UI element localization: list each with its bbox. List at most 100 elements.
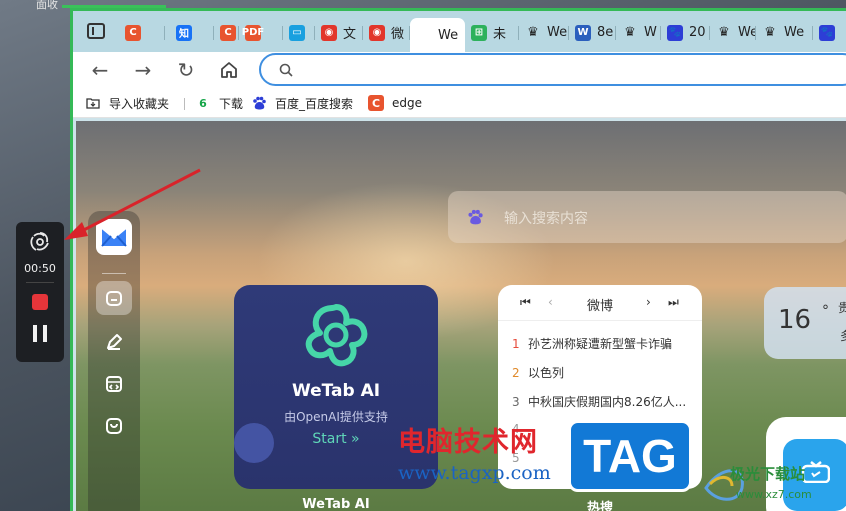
hot-text: 以色列 bbox=[528, 366, 565, 380]
pen-icon bbox=[107, 334, 122, 350]
bilibili-icon: ▭ bbox=[289, 24, 305, 41]
baidu-icon: 🐾 bbox=[667, 24, 683, 41]
weather-unit: ° bbox=[822, 303, 829, 319]
bookmark-baidu[interactable]: 百度_百度搜索 bbox=[251, 94, 353, 112]
browser-tab[interactable]: ◉ 文 bbox=[315, 17, 363, 48]
weibo-icon: ◉ bbox=[369, 24, 385, 41]
tab-title: We bbox=[547, 25, 568, 40]
crown-icon: ♛ bbox=[718, 25, 730, 40]
c-icon: C bbox=[368, 95, 384, 111]
watermark-brand-cn: 电脑技术网 bbox=[398, 427, 538, 458]
tab-title: We bbox=[438, 27, 459, 43]
browser-tab[interactable]: ♛ We bbox=[710, 17, 756, 48]
c-icon: C bbox=[125, 24, 141, 41]
browser-tab[interactable]: 🐾 20 bbox=[661, 17, 710, 48]
weibo-icon: ◉ bbox=[321, 24, 337, 41]
recording-timer: 00:50 bbox=[24, 262, 56, 275]
tab-bar: C知CPDF▭◉文◉微We✕⊞未♛WeW8e♛W🐾20♛We♛We🐾 bbox=[73, 11, 846, 52]
dock-divider bbox=[102, 273, 126, 274]
wetab-app-button[interactable] bbox=[96, 219, 132, 255]
last-page-icon[interactable]: ⏭ bbox=[668, 295, 679, 310]
forward-button[interactable]: → bbox=[132, 59, 154, 81]
screen-recorder-panel: 00:50 bbox=[16, 222, 64, 362]
ai-card-title: WeTab AI bbox=[291, 381, 381, 401]
bookmark-label: edge bbox=[392, 96, 422, 110]
code-icon bbox=[106, 376, 122, 392]
back-button[interactable]: ← bbox=[89, 59, 111, 81]
ai-card-caption: WeTab AI bbox=[302, 497, 370, 511]
browser-tab[interactable]: ⊞ 未 bbox=[465, 17, 519, 48]
browser-tab[interactable]: C bbox=[119, 17, 165, 48]
watermark-jg-name: 极光下载站 bbox=[730, 465, 806, 483]
wetab-icon bbox=[416, 27, 432, 43]
navigation-toolbar: ← → ↻ bbox=[73, 52, 846, 88]
recorder-divider bbox=[26, 282, 54, 283]
openai-flower-icon bbox=[305, 304, 368, 367]
browser-tab[interactable]: ♛ We bbox=[519, 17, 569, 48]
browser-tab[interactable]: ♛ W bbox=[616, 17, 661, 48]
browser-tab[interactable]: C bbox=[214, 17, 239, 48]
tab-title: W bbox=[644, 25, 657, 40]
hot-card-header: ⏮ ‹ 微博 › ⏭ bbox=[498, 285, 702, 321]
baidu-paw-icon bbox=[253, 96, 266, 110]
tab-title: 微 bbox=[391, 27, 405, 42]
hot-search-item[interactable]: 3 中秋国庆假期国内8.26亿人... bbox=[512, 393, 686, 410]
newtab-search-box[interactable]: 输入搜索内容 bbox=[448, 191, 846, 243]
bookmark-label: 导入收藏夹 bbox=[109, 96, 170, 111]
weather-card[interactable]: 16 ° 贵 多 bbox=[764, 287, 846, 359]
watermark-tag-logo: TAG bbox=[568, 420, 692, 492]
browser-tab[interactable]: ▭ bbox=[283, 17, 315, 48]
stop-recording-button[interactable] bbox=[32, 294, 48, 310]
browser-tab[interactable]: ♛ We bbox=[756, 17, 813, 48]
crown-icon: ♛ bbox=[764, 25, 776, 40]
dock-edit-button[interactable] bbox=[96, 325, 132, 359]
browser-tab[interactable]: We✕ bbox=[410, 18, 465, 52]
home-button[interactable] bbox=[219, 60, 239, 80]
hot-search-item[interactable]: 2 以色列 bbox=[512, 364, 564, 381]
tab-title: 文 bbox=[343, 27, 357, 42]
tab-actions-icon[interactable] bbox=[87, 23, 105, 39]
next-page-icon[interactable]: › bbox=[646, 295, 651, 309]
bookmark-label: 下载 bbox=[219, 96, 244, 111]
watermark-url: www.tagxp.com bbox=[398, 462, 551, 484]
hot-card-caption: 热搜 bbox=[586, 501, 613, 511]
recorder-logo-icon[interactable] bbox=[28, 230, 52, 254]
bookmark-divider bbox=[184, 98, 185, 110]
hot-search-item[interactable]: 1 孙艺洲称疑遭新型蟹卡诈骗 bbox=[512, 335, 672, 352]
bookmarks-bar: 导入收藏夹 6 下载 百度_百度搜索 C edge bbox=[73, 88, 846, 118]
bookmark-download[interactable]: 6 下载 bbox=[195, 94, 243, 112]
watermark-jg-url: www.xz7.com bbox=[736, 488, 812, 501]
hot-rank: 3 bbox=[512, 395, 520, 409]
bookmark-import[interactable]: 导入收藏夹 bbox=[85, 94, 169, 112]
hot-rank: 1 bbox=[512, 337, 520, 351]
tab-title: 20 bbox=[689, 25, 706, 40]
search-icon bbox=[279, 63, 293, 77]
tab-divider bbox=[164, 26, 165, 40]
browser-tab[interactable]: 知 bbox=[170, 17, 214, 48]
dock-code-button[interactable] bbox=[96, 367, 132, 401]
baidu-paw-icon bbox=[468, 209, 483, 225]
crown-icon: ♛ bbox=[624, 25, 636, 40]
browser-tab[interactable]: ◉ 微 bbox=[363, 17, 410, 48]
crown-icon: ♛ bbox=[527, 25, 539, 40]
weather-city: 贵 bbox=[838, 301, 846, 315]
refresh-button[interactable]: ↻ bbox=[175, 59, 197, 81]
browser-tab[interactable]: W 8e bbox=[569, 17, 616, 48]
pdf-icon: PDF bbox=[242, 24, 264, 41]
grid-icon: ⊞ bbox=[471, 24, 487, 41]
dock-home-button[interactable] bbox=[96, 281, 132, 315]
download-six-icon: 6 bbox=[199, 96, 207, 110]
import-icon bbox=[86, 98, 100, 109]
desktop-label: 面收 bbox=[36, 0, 58, 11]
browser-tab[interactable]: 🐾 bbox=[813, 17, 846, 48]
tab-title: We bbox=[738, 25, 756, 40]
address-bar[interactable] bbox=[259, 53, 846, 86]
pause-recording-button[interactable] bbox=[33, 325, 47, 342]
wetab-logo-icon bbox=[101, 227, 127, 247]
browser-tab[interactable]: PDF bbox=[239, 17, 283, 48]
word-icon: W bbox=[575, 24, 591, 41]
c-icon: C bbox=[220, 24, 236, 41]
bookmark-edge[interactable]: C edge bbox=[368, 94, 422, 112]
search-placeholder: 输入搜索内容 bbox=[504, 211, 588, 227]
dock-bag-button[interactable] bbox=[96, 409, 132, 443]
